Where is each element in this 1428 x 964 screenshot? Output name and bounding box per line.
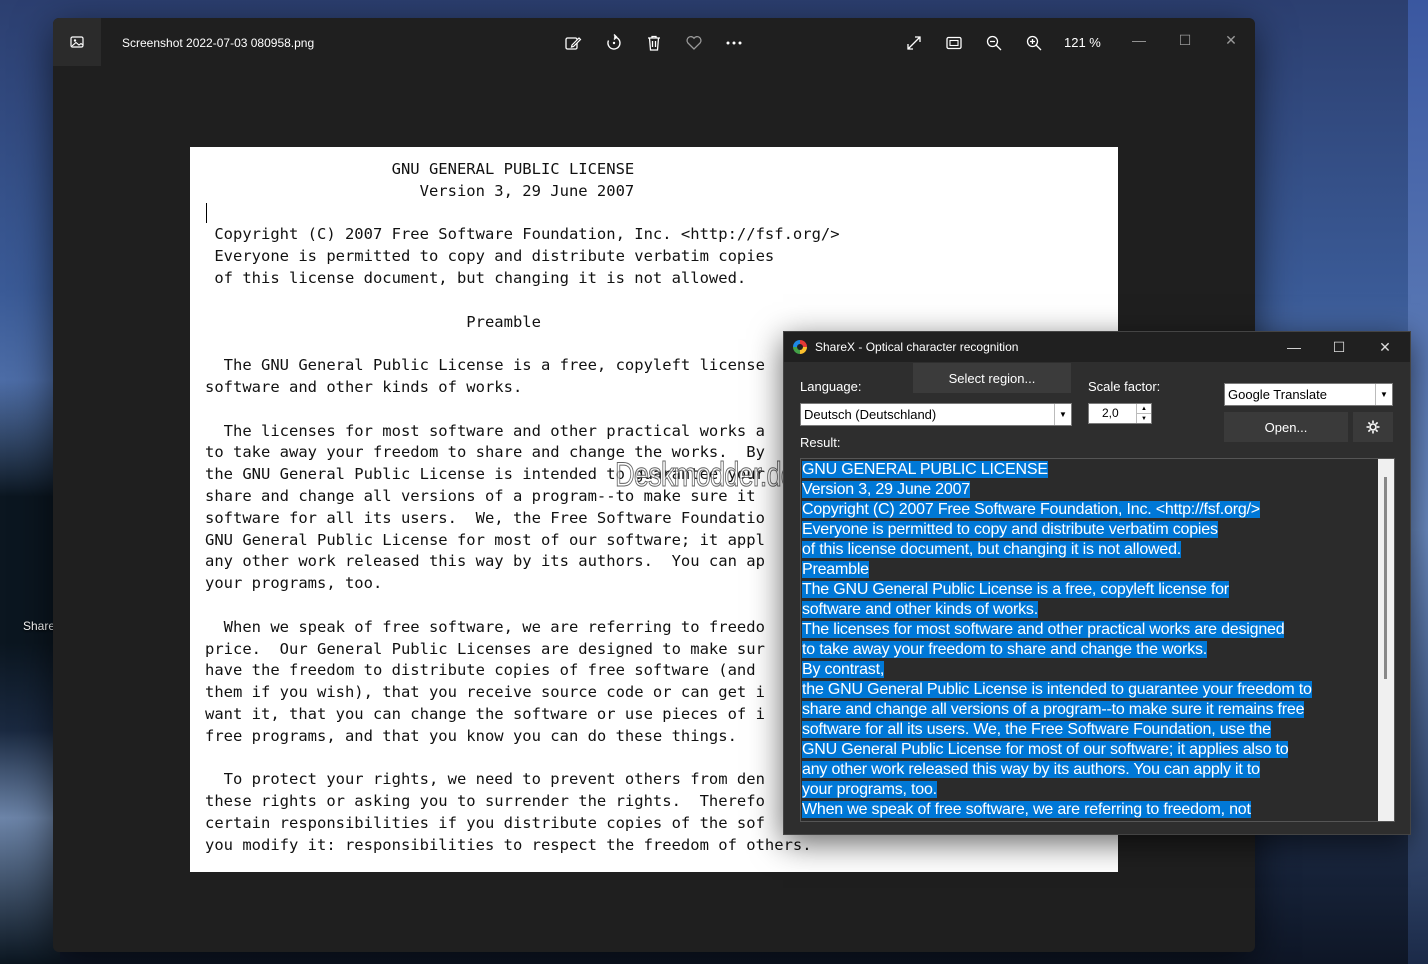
result-line-text: The GNU General Public License is a free… — [802, 581, 1229, 598]
sharex-logo-icon — [793, 340, 807, 354]
watermark: Deskmodder.de — [615, 456, 797, 494]
result-line: Preamble — [802, 560, 1374, 580]
zoom-level[interactable]: 121 % — [1064, 35, 1101, 50]
result-line: your programs, too. — [802, 780, 1374, 800]
ocr-maximize-button[interactable]: ☐ — [1329, 337, 1349, 357]
result-line: Copyright (C) 2007 Free Software Foundat… — [802, 500, 1374, 520]
scrollbar-thumb[interactable] — [1384, 477, 1387, 679]
result-line-text: software for all its users. We, the Free… — [802, 721, 1271, 738]
gear-icon — [1366, 420, 1380, 434]
result-line-text: GNU General Public License for most of o… — [802, 741, 1289, 758]
result-line-text: GNU GENERAL PUBLIC LICENSE — [802, 461, 1048, 478]
result-line-text: Preamble — [802, 561, 869, 578]
result-line-text: of this license document, but changing i… — [802, 541, 1182, 558]
translate-service-select[interactable]: Google Translate ▼ — [1224, 383, 1393, 406]
chevron-down-icon: ▼ — [1375, 384, 1392, 405]
edit-icon[interactable] — [563, 33, 583, 53]
result-line-text: the GNU General Public License is intend… — [802, 681, 1312, 698]
result-line: Version 3, 29 June 2007 — [802, 480, 1374, 500]
result-line: Everyone is permitted to copy and distri… — [802, 520, 1374, 540]
result-textarea[interactable]: GNU GENERAL PUBLIC LICENSE Version 3, 29 … — [800, 458, 1395, 822]
ocr-close-button[interactable]: ✕ — [1375, 337, 1395, 357]
result-line: The licenses for most software and other… — [802, 620, 1374, 640]
zoom-out-icon[interactable] — [984, 33, 1004, 53]
minimize-button[interactable]: — — [1129, 30, 1149, 50]
text-caret — [206, 203, 207, 223]
result-label: Result: — [800, 435, 841, 450]
result-scrollbar[interactable] — [1378, 459, 1394, 821]
result-line-text: Version 3, 29 June 2007 — [802, 481, 970, 498]
ocr-window-title: ShareX - Optical character recognition — [815, 340, 1019, 354]
ocr-window: ShareX - Optical character recognition —… — [783, 331, 1411, 835]
viewer-titlebar: Screenshot 2022-07-03 080958.png 121 % —… — [53, 18, 1255, 68]
result-line: GNU GENERAL PUBLIC LICENSE — [802, 460, 1374, 480]
language-label: Language: — [800, 379, 862, 394]
result-line: of this license document, but changing i… — [802, 540, 1374, 560]
result-line: the GNU General Public License is intend… — [802, 680, 1374, 700]
result-line-text: Copyright (C) 2007 Free Software Foundat… — [802, 501, 1260, 518]
result-line-text: Everyone is permitted to copy and distri… — [802, 521, 1218, 538]
favorite-icon[interactable] — [684, 33, 704, 53]
result-line-text: to take away your freedom to share and c… — [802, 641, 1208, 658]
scale-factor-label: Scale factor: — [1088, 379, 1161, 394]
result-line: GNU General Public License for most of o… — [802, 740, 1374, 760]
result-line-text: By contrast, — [802, 661, 885, 678]
result-line: The GNU General Public License is a free… — [802, 580, 1374, 600]
result-line: By contrast, — [802, 660, 1374, 680]
translate-service-value: Google Translate — [1228, 387, 1328, 402]
settings-button[interactable] — [1353, 412, 1393, 442]
result-line-text: your programs, too. — [802, 781, 937, 798]
result-line-text: any other work released this way by its … — [802, 761, 1260, 778]
language-value: Deutsch (Deutschland) — [804, 407, 937, 422]
ocr-titlebar: ShareX - Optical character recognition —… — [784, 332, 1410, 362]
fit-icon[interactable] — [944, 33, 964, 53]
more-icon[interactable] — [724, 33, 744, 53]
chevron-up-icon[interactable]: ▲ — [1136, 404, 1151, 413]
result-line: share and change all versions of a progr… — [802, 700, 1374, 720]
fullscreen-icon[interactable] — [904, 33, 924, 53]
delete-icon[interactable] — [644, 33, 664, 53]
result-line: When we speak of free software, we are r… — [802, 800, 1374, 820]
file-title: Screenshot 2022-07-03 080958.png — [122, 36, 315, 50]
zoom-in-icon[interactable] — [1024, 33, 1044, 53]
rotate-icon[interactable] — [604, 33, 624, 53]
desktop-wallpaper-edge — [1408, 0, 1428, 964]
result-text: GNU GENERAL PUBLIC LICENSE Version 3, 29 … — [802, 460, 1374, 820]
scale-factor-stepper[interactable]: 2,0 ▲ ▼ — [1088, 403, 1152, 424]
scale-factor-value: 2,0 — [1102, 406, 1119, 420]
result-line: software for all its users. We, the Free… — [802, 720, 1374, 740]
maximize-button[interactable]: ☐ — [1175, 30, 1195, 50]
result-line: any other work released this way by its … — [802, 760, 1374, 780]
open-button[interactable]: Open... — [1224, 412, 1348, 442]
chevron-down-icon[interactable]: ▼ — [1136, 413, 1151, 423]
result-line-text: When we speak of free software, we are r… — [802, 801, 1251, 818]
chevron-down-icon: ▼ — [1054, 404, 1071, 425]
ocr-minimize-button[interactable]: — — [1284, 337, 1304, 357]
desktop-wallpaper-trees — [0, 380, 60, 964]
result-line-text: share and change all versions of a progr… — [802, 701, 1305, 718]
language-select[interactable]: Deutsch (Deutschland) ▼ — [800, 403, 1072, 426]
close-button[interactable]: ✕ — [1221, 30, 1241, 50]
photos-app-icon[interactable] — [53, 18, 101, 66]
desktop-icon-label[interactable]: Share — [23, 619, 55, 633]
result-line-text: software and other kinds of works. — [802, 601, 1038, 618]
document-text: GNU GENERAL PUBLIC LICENSE Version 3, 29… — [205, 160, 840, 854]
result-line: software and other kinds of works. — [802, 600, 1374, 620]
result-line: to take away your freedom to share and c… — [802, 640, 1374, 660]
result-line-text: The licenses for most software and other… — [802, 621, 1285, 638]
select-region-button[interactable]: Select region... — [913, 363, 1071, 393]
